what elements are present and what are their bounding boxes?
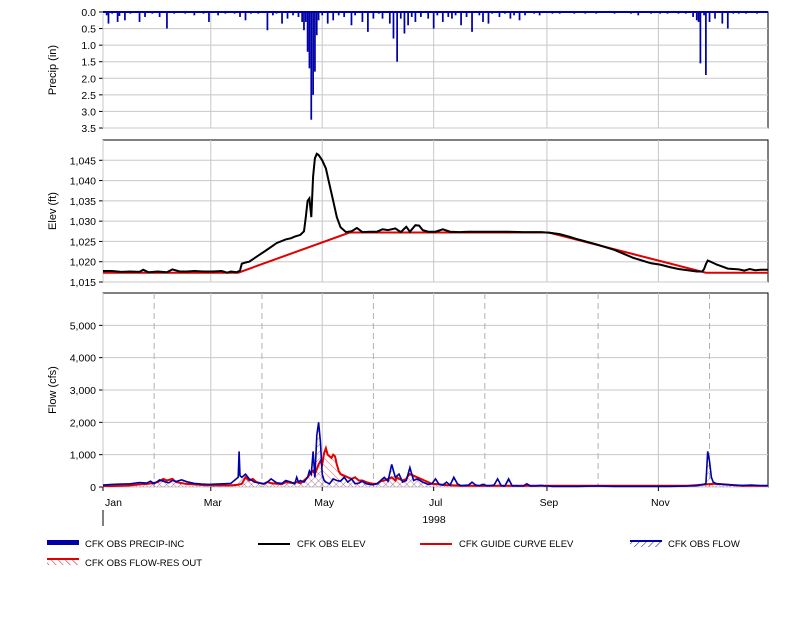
- precip-bar: [708, 12, 711, 22]
- precip-bar: [361, 12, 364, 22]
- elev-ylabel: Elev (ft): [47, 192, 59, 230]
- elev-ytick-label: 1,025: [70, 236, 96, 248]
- precip-bar: [471, 12, 473, 32]
- precip-bar: [441, 12, 444, 22]
- precip-bar: [460, 12, 462, 26]
- precip-ytick-label: 1.0: [81, 40, 96, 52]
- precip-bar: [388, 12, 391, 24]
- flow-ytick-label: 4,000: [70, 353, 96, 365]
- flow-ylabel: Flow (cfs): [47, 366, 59, 414]
- x-tick-label: Jul: [429, 497, 442, 509]
- precip-ytick-label: 2.5: [81, 90, 96, 102]
- flow-ytick-label: 5,000: [70, 320, 96, 332]
- x-tick-label: Sep: [540, 497, 559, 509]
- precip-bar: [314, 12, 316, 72]
- legend-item-elev: CFK OBS ELEV: [258, 539, 366, 550]
- legend-item-flow: CFK OBS FLOW: [630, 539, 740, 550]
- precip-bar: [392, 12, 395, 39]
- elev-ytick-label: 1,040: [70, 176, 96, 188]
- legend-label-guide: CFK GUIDE CURVE ELEV: [459, 539, 574, 550]
- precip-bar: [482, 12, 484, 22]
- precip-ylabel: Precip (in): [47, 45, 59, 95]
- precip-bar: [107, 12, 110, 24]
- precip-ytick-label: 3.0: [81, 106, 96, 118]
- precip-ytick-label: 2.0: [81, 73, 96, 85]
- precip-ytick-label: 0.5: [81, 24, 96, 36]
- elev-ytick-label: 1,030: [70, 216, 96, 228]
- elev-panel-frame: [102, 139, 769, 283]
- precip-bar: [518, 12, 521, 21]
- y-tick-labels: 0.0 0.5 1.0 1.5 2.0 2.5 3.0 3.5 1,015 1,020 1,025 1…: [70, 7, 96, 494]
- precip-panel-frame: [102, 11, 769, 129]
- x-tick-label: Nov: [651, 497, 670, 509]
- precip-ytick-label: 1.5: [81, 57, 96, 69]
- precip-bar: [726, 12, 729, 29]
- precip-bar: [266, 12, 269, 31]
- x-tick-label: Mar: [204, 497, 223, 509]
- precip-bar: [138, 12, 141, 22]
- flow-ytick-label: 2,000: [70, 417, 96, 429]
- precip-bar: [414, 12, 417, 22]
- flow-ytick-label: 1,000: [70, 450, 96, 462]
- precip-bar: [308, 12, 311, 69]
- precip-bar: [695, 12, 698, 21]
- precip-bar: [303, 12, 305, 31]
- hydrograph-chart: 0.0 0.5 1.0 1.5 2.0 2.5 3.0 3.5 1,015 1,020 1,025 1…: [47, 7, 769, 569]
- precip-bar: [244, 12, 247, 21]
- precip-bar: [310, 12, 313, 120]
- precip-bar: [166, 12, 168, 29]
- elev-ytick-label: 1,045: [70, 155, 96, 167]
- precip-bar: [326, 12, 329, 24]
- precip-bar: [705, 12, 707, 75]
- elev-ytick-label: 1,035: [70, 196, 96, 208]
- precip-bar: [208, 12, 210, 22]
- legend-label-precip: CFK OBS PRECIP-INC: [85, 539, 184, 550]
- precip-bar: [403, 12, 406, 34]
- x-tick-label: May: [314, 497, 335, 509]
- precip-bar: [304, 12, 307, 22]
- x-tick-labels: Jan Mar May Jul Sep Nov: [105, 497, 670, 509]
- flow-ytick-label: 3,000: [70, 385, 96, 397]
- precip-bar: [332, 12, 335, 21]
- precip-bar: [721, 12, 724, 24]
- precip-bar: [350, 12, 353, 26]
- precip-bar: [697, 12, 700, 22]
- precip-bar: [124, 12, 126, 21]
- precip-bar: [396, 12, 399, 62]
- x-tick-label: Jan: [105, 497, 122, 509]
- precip-bar: [699, 12, 702, 64]
- precip-ytick-label: 3.5: [81, 123, 96, 135]
- precip-bar: [315, 12, 318, 36]
- precip-bar: [487, 12, 490, 24]
- legend-label-elev: CFK OBS ELEV: [297, 539, 366, 550]
- legend-item-precip: CFK OBS PRECIP-INC: [47, 539, 184, 550]
- precip-bar: [312, 12, 314, 95]
- precip-bar: [281, 12, 283, 24]
- precip-bar: [301, 12, 304, 22]
- precip-bar: [317, 12, 320, 21]
- precip-bar: [116, 12, 119, 22]
- x-year-label: 1998: [422, 514, 446, 526]
- elev-ytick-label: 1,020: [70, 257, 96, 269]
- legend-label-flow-res-out: CFK OBS FLOW-RES OUT: [85, 558, 202, 569]
- flow-ytick-label: 0: [90, 482, 96, 494]
- precip-bar: [367, 12, 369, 32]
- precip-bar: [432, 12, 435, 29]
- legend-swatch-precip: [47, 540, 79, 545]
- legend-label-flow: CFK OBS FLOW: [668, 539, 740, 550]
- elev-ytick-label: 1,015: [70, 277, 96, 289]
- precip-bar: [306, 12, 309, 52]
- legend-item-guide: CFK GUIDE CURVE ELEV: [420, 539, 574, 550]
- precip-bar: [407, 12, 409, 26]
- legend-item-flow-res-out: CFK OBS FLOW-RES OUT: [47, 558, 202, 569]
- legend: CFK OBS PRECIP-INC CFK OBS ELEV CFK GUID…: [47, 539, 740, 569]
- precip-ytick-label: 0.0: [81, 7, 96, 19]
